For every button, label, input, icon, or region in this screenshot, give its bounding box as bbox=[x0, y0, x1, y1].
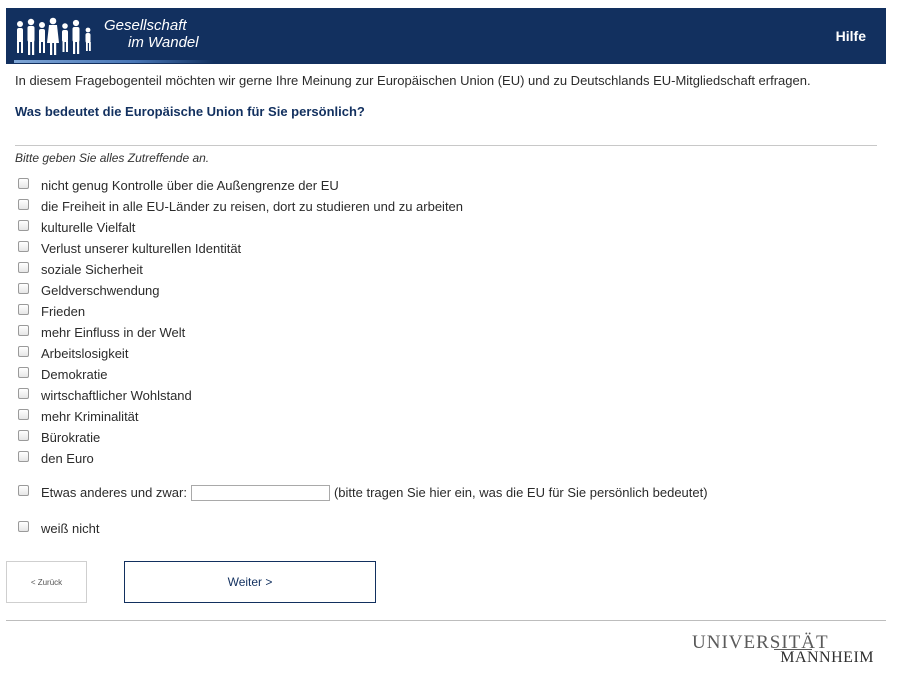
option-item[interactable]: Verlust unserer kulturellen Identität bbox=[18, 238, 878, 259]
divider bbox=[15, 145, 877, 146]
option-item[interactable]: kulturelle Vielfalt bbox=[18, 217, 878, 238]
option-label: mehr Kriminalität bbox=[41, 409, 139, 424]
logo-underline bbox=[14, 60, 214, 63]
option-item[interactable]: Frieden bbox=[18, 301, 878, 322]
option-label: soziale Sicherheit bbox=[41, 262, 143, 277]
option-item[interactable]: nicht genug Kontrolle über die Außengren… bbox=[18, 175, 878, 196]
dont-know-label: weiß nicht bbox=[41, 521, 100, 536]
checkbox[interactable] bbox=[18, 178, 29, 189]
checkbox[interactable] bbox=[18, 199, 29, 210]
option-label: Geldverschwendung bbox=[41, 283, 160, 298]
other-option-row: Etwas anderes und zwar: (bitte tragen Si… bbox=[18, 482, 708, 503]
option-item[interactable]: Geldverschwendung bbox=[18, 280, 878, 301]
other-label: Etwas anderes und zwar: bbox=[41, 485, 187, 500]
options-list: nicht genug Kontrolle über die Außengren… bbox=[18, 175, 878, 469]
option-label: wirtschaftlicher Wohlstand bbox=[41, 388, 192, 403]
university-logo-line-2: MANNHEIM bbox=[780, 649, 874, 666]
checkbox[interactable] bbox=[18, 430, 29, 441]
footer-divider bbox=[6, 620, 886, 621]
checkbox[interactable] bbox=[18, 241, 29, 252]
logo-line-2: im Wandel bbox=[128, 34, 199, 51]
university-logo: UNIVERSITÄT MANNHEIM bbox=[692, 632, 874, 672]
option-label: nicht genug Kontrolle über die Außengren… bbox=[41, 178, 339, 193]
option-label: Bürokratie bbox=[41, 430, 101, 445]
instruction-text: Bitte geben Sie alles Zutreffende an. bbox=[15, 151, 210, 165]
option-label: Frieden bbox=[41, 304, 86, 319]
checkbox[interactable] bbox=[18, 451, 29, 462]
checkbox[interactable] bbox=[18, 262, 29, 273]
option-label: Verlust unserer kulturellen Identität bbox=[41, 241, 242, 256]
checkbox[interactable] bbox=[18, 346, 29, 357]
next-button[interactable]: Weiter > bbox=[124, 561, 376, 603]
option-label: kulturelle Vielfalt bbox=[41, 220, 136, 235]
header-bar: Gesellschaft im Wandel Hilfe bbox=[6, 8, 886, 64]
checkbox[interactable] bbox=[18, 283, 29, 294]
other-checkbox[interactable] bbox=[18, 485, 29, 496]
other-hint: (bitte tragen Sie hier ein, was die EU f… bbox=[333, 485, 708, 500]
option-item[interactable]: mehr Einfluss in der Welt bbox=[18, 322, 878, 343]
checkbox[interactable] bbox=[18, 220, 29, 231]
question-title: Was bedeutet die Europäische Union für S… bbox=[15, 104, 365, 119]
help-link[interactable]: Hilfe bbox=[836, 28, 866, 44]
option-item[interactable]: Demokratie bbox=[18, 364, 878, 385]
option-item[interactable]: wirtschaftlicher Wohlstand bbox=[18, 385, 878, 406]
checkbox[interactable] bbox=[18, 304, 29, 315]
option-label: Demokratie bbox=[41, 367, 108, 382]
dont-know-option[interactable]: weiß nicht bbox=[18, 518, 100, 539]
option-item[interactable]: den Euro bbox=[18, 448, 878, 469]
option-item[interactable]: soziale Sicherheit bbox=[18, 259, 878, 280]
logo-text: Gesellschaft im Wandel bbox=[104, 17, 214, 51]
checkbox[interactable] bbox=[18, 325, 29, 336]
checkbox[interactable] bbox=[18, 388, 29, 399]
other-text-input[interactable] bbox=[190, 484, 330, 501]
dont-know-checkbox[interactable] bbox=[18, 521, 29, 532]
back-button[interactable]: < Zurück bbox=[6, 561, 87, 603]
option-item[interactable]: Arbeitslosigkeit bbox=[18, 343, 878, 364]
checkbox[interactable] bbox=[18, 367, 29, 378]
option-label: mehr Einfluss in der Welt bbox=[41, 325, 186, 340]
people-silhouette-icon bbox=[17, 17, 91, 55]
option-label: die Freiheit in alle EU-Länder zu reisen… bbox=[41, 199, 464, 214]
option-label: den Euro bbox=[41, 451, 94, 466]
option-item[interactable]: Bürokratie bbox=[18, 427, 878, 448]
option-label: Arbeitslosigkeit bbox=[41, 346, 129, 361]
intro-text: In diesem Fragebogenteil möchten wir ger… bbox=[15, 73, 811, 88]
checkbox[interactable] bbox=[18, 409, 29, 420]
option-item[interactable]: mehr Kriminalität bbox=[18, 406, 878, 427]
logo-line-1: Gesellschaft bbox=[104, 17, 187, 34]
option-item[interactable]: die Freiheit in alle EU-Länder zu reisen… bbox=[18, 196, 878, 217]
